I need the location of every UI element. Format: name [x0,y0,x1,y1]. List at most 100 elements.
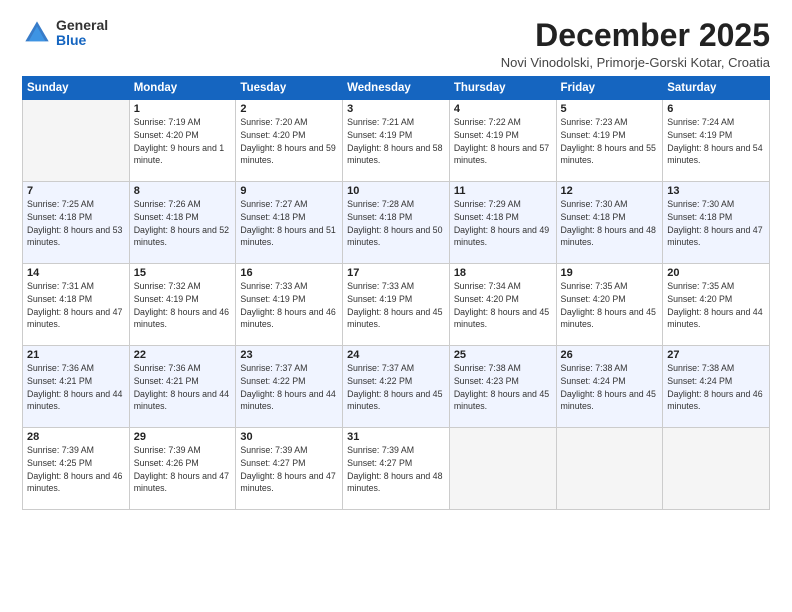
title-block: December 2025 Novi Vinodolski, Primorje-… [501,18,770,70]
day-info: Sunrise: 7:35 AMSunset: 4:20 PMDaylight:… [667,281,762,329]
header: General Blue December 2025 Novi Vinodols… [22,18,770,70]
table-row: 16 Sunrise: 7:33 AMSunset: 4:19 PMDaylig… [236,264,343,346]
day-info: Sunrise: 7:38 AMSunset: 4:24 PMDaylight:… [561,363,656,411]
day-info: Sunrise: 7:37 AMSunset: 4:22 PMDaylight:… [240,363,335,411]
month-title: December 2025 [501,18,770,53]
logo-icon [22,18,52,48]
table-row: 6 Sunrise: 7:24 AMSunset: 4:19 PMDayligh… [663,100,770,182]
table-row: 26 Sunrise: 7:38 AMSunset: 4:24 PMDaylig… [556,346,663,428]
day-number: 17 [347,267,445,279]
logo-blue-label: Blue [56,33,108,48]
day-info: Sunrise: 7:36 AMSunset: 4:21 PMDaylight:… [134,363,229,411]
day-number: 25 [454,349,552,361]
day-info: Sunrise: 7:23 AMSunset: 4:19 PMDaylight:… [561,117,656,165]
calendar-week-row: 1 Sunrise: 7:19 AMSunset: 4:20 PMDayligh… [23,100,770,182]
table-row: 14 Sunrise: 7:31 AMSunset: 4:18 PMDaylig… [23,264,130,346]
day-number: 28 [27,431,125,443]
col-saturday: Saturday [663,77,770,100]
day-info: Sunrise: 7:33 AMSunset: 4:19 PMDaylight:… [347,281,442,329]
day-number: 5 [561,103,659,115]
day-info: Sunrise: 7:33 AMSunset: 4:19 PMDaylight:… [240,281,335,329]
day-info: Sunrise: 7:31 AMSunset: 4:18 PMDaylight:… [27,281,122,329]
table-row: 25 Sunrise: 7:38 AMSunset: 4:23 PMDaylig… [449,346,556,428]
day-number: 4 [454,103,552,115]
day-info: Sunrise: 7:27 AMSunset: 4:18 PMDaylight:… [240,199,335,247]
day-info: Sunrise: 7:29 AMSunset: 4:18 PMDaylight:… [454,199,549,247]
day-info: Sunrise: 7:39 AMSunset: 4:26 PMDaylight:… [134,445,229,493]
table-row [449,428,556,510]
day-number: 1 [134,103,232,115]
day-number: 6 [667,103,765,115]
day-info: Sunrise: 7:39 AMSunset: 4:27 PMDaylight:… [347,445,442,493]
table-row: 11 Sunrise: 7:29 AMSunset: 4:18 PMDaylig… [449,182,556,264]
calendar-week-row: 7 Sunrise: 7:25 AMSunset: 4:18 PMDayligh… [23,182,770,264]
col-sunday: Sunday [23,77,130,100]
table-row: 31 Sunrise: 7:39 AMSunset: 4:27 PMDaylig… [343,428,450,510]
day-number: 29 [134,431,232,443]
day-info: Sunrise: 7:32 AMSunset: 4:19 PMDaylight:… [134,281,229,329]
table-row: 7 Sunrise: 7:25 AMSunset: 4:18 PMDayligh… [23,182,130,264]
col-monday: Monday [129,77,236,100]
table-row: 3 Sunrise: 7:21 AMSunset: 4:19 PMDayligh… [343,100,450,182]
day-info: Sunrise: 7:38 AMSunset: 4:23 PMDaylight:… [454,363,549,411]
table-row: 22 Sunrise: 7:36 AMSunset: 4:21 PMDaylig… [129,346,236,428]
table-row: 24 Sunrise: 7:37 AMSunset: 4:22 PMDaylig… [343,346,450,428]
day-number: 24 [347,349,445,361]
day-info: Sunrise: 7:26 AMSunset: 4:18 PMDaylight:… [134,199,229,247]
day-info: Sunrise: 7:30 AMSunset: 4:18 PMDaylight:… [667,199,762,247]
table-row: 13 Sunrise: 7:30 AMSunset: 4:18 PMDaylig… [663,182,770,264]
table-row: 19 Sunrise: 7:35 AMSunset: 4:20 PMDaylig… [556,264,663,346]
table-row: 17 Sunrise: 7:33 AMSunset: 4:19 PMDaylig… [343,264,450,346]
day-info: Sunrise: 7:21 AMSunset: 4:19 PMDaylight:… [347,117,442,165]
table-row: 28 Sunrise: 7:39 AMSunset: 4:25 PMDaylig… [23,428,130,510]
day-info: Sunrise: 7:35 AMSunset: 4:20 PMDaylight:… [561,281,656,329]
day-info: Sunrise: 7:34 AMSunset: 4:20 PMDaylight:… [454,281,549,329]
table-row: 18 Sunrise: 7:34 AMSunset: 4:20 PMDaylig… [449,264,556,346]
table-row: 29 Sunrise: 7:39 AMSunset: 4:26 PMDaylig… [129,428,236,510]
col-tuesday: Tuesday [236,77,343,100]
page: General Blue December 2025 Novi Vinodols… [0,0,792,612]
day-number: 8 [134,185,232,197]
calendar-header-row: Sunday Monday Tuesday Wednesday Thursday… [23,77,770,100]
table-row: 8 Sunrise: 7:26 AMSunset: 4:18 PMDayligh… [129,182,236,264]
calendar-week-row: 14 Sunrise: 7:31 AMSunset: 4:18 PMDaylig… [23,264,770,346]
day-number: 18 [454,267,552,279]
day-info: Sunrise: 7:38 AMSunset: 4:24 PMDaylight:… [667,363,762,411]
day-info: Sunrise: 7:19 AMSunset: 4:20 PMDaylight:… [134,117,224,165]
table-row [556,428,663,510]
day-number: 11 [454,185,552,197]
day-number: 20 [667,267,765,279]
day-number: 21 [27,349,125,361]
day-info: Sunrise: 7:25 AMSunset: 4:18 PMDaylight:… [27,199,122,247]
day-number: 15 [134,267,232,279]
table-row: 30 Sunrise: 7:39 AMSunset: 4:27 PMDaylig… [236,428,343,510]
table-row: 20 Sunrise: 7:35 AMSunset: 4:20 PMDaylig… [663,264,770,346]
day-number: 27 [667,349,765,361]
day-number: 2 [240,103,338,115]
table-row: 5 Sunrise: 7:23 AMSunset: 4:19 PMDayligh… [556,100,663,182]
table-row: 2 Sunrise: 7:20 AMSunset: 4:20 PMDayligh… [236,100,343,182]
day-number: 10 [347,185,445,197]
logo-general-label: General [56,18,108,33]
day-number: 30 [240,431,338,443]
day-number: 12 [561,185,659,197]
day-number: 26 [561,349,659,361]
table-row [663,428,770,510]
calendar-week-row: 21 Sunrise: 7:36 AMSunset: 4:21 PMDaylig… [23,346,770,428]
logo: General Blue [22,18,108,49]
day-info: Sunrise: 7:28 AMSunset: 4:18 PMDaylight:… [347,199,442,247]
location-subtitle: Novi Vinodolski, Primorje-Gorski Kotar, … [501,55,770,70]
day-info: Sunrise: 7:22 AMSunset: 4:19 PMDaylight:… [454,117,549,165]
logo-text: General Blue [56,18,108,49]
table-row: 15 Sunrise: 7:32 AMSunset: 4:19 PMDaylig… [129,264,236,346]
day-number: 3 [347,103,445,115]
day-number: 14 [27,267,125,279]
table-row [23,100,130,182]
table-row: 10 Sunrise: 7:28 AMSunset: 4:18 PMDaylig… [343,182,450,264]
table-row: 4 Sunrise: 7:22 AMSunset: 4:19 PMDayligh… [449,100,556,182]
table-row: 27 Sunrise: 7:38 AMSunset: 4:24 PMDaylig… [663,346,770,428]
day-number: 13 [667,185,765,197]
day-info: Sunrise: 7:20 AMSunset: 4:20 PMDaylight:… [240,117,335,165]
day-info: Sunrise: 7:24 AMSunset: 4:19 PMDaylight:… [667,117,762,165]
day-number: 16 [240,267,338,279]
